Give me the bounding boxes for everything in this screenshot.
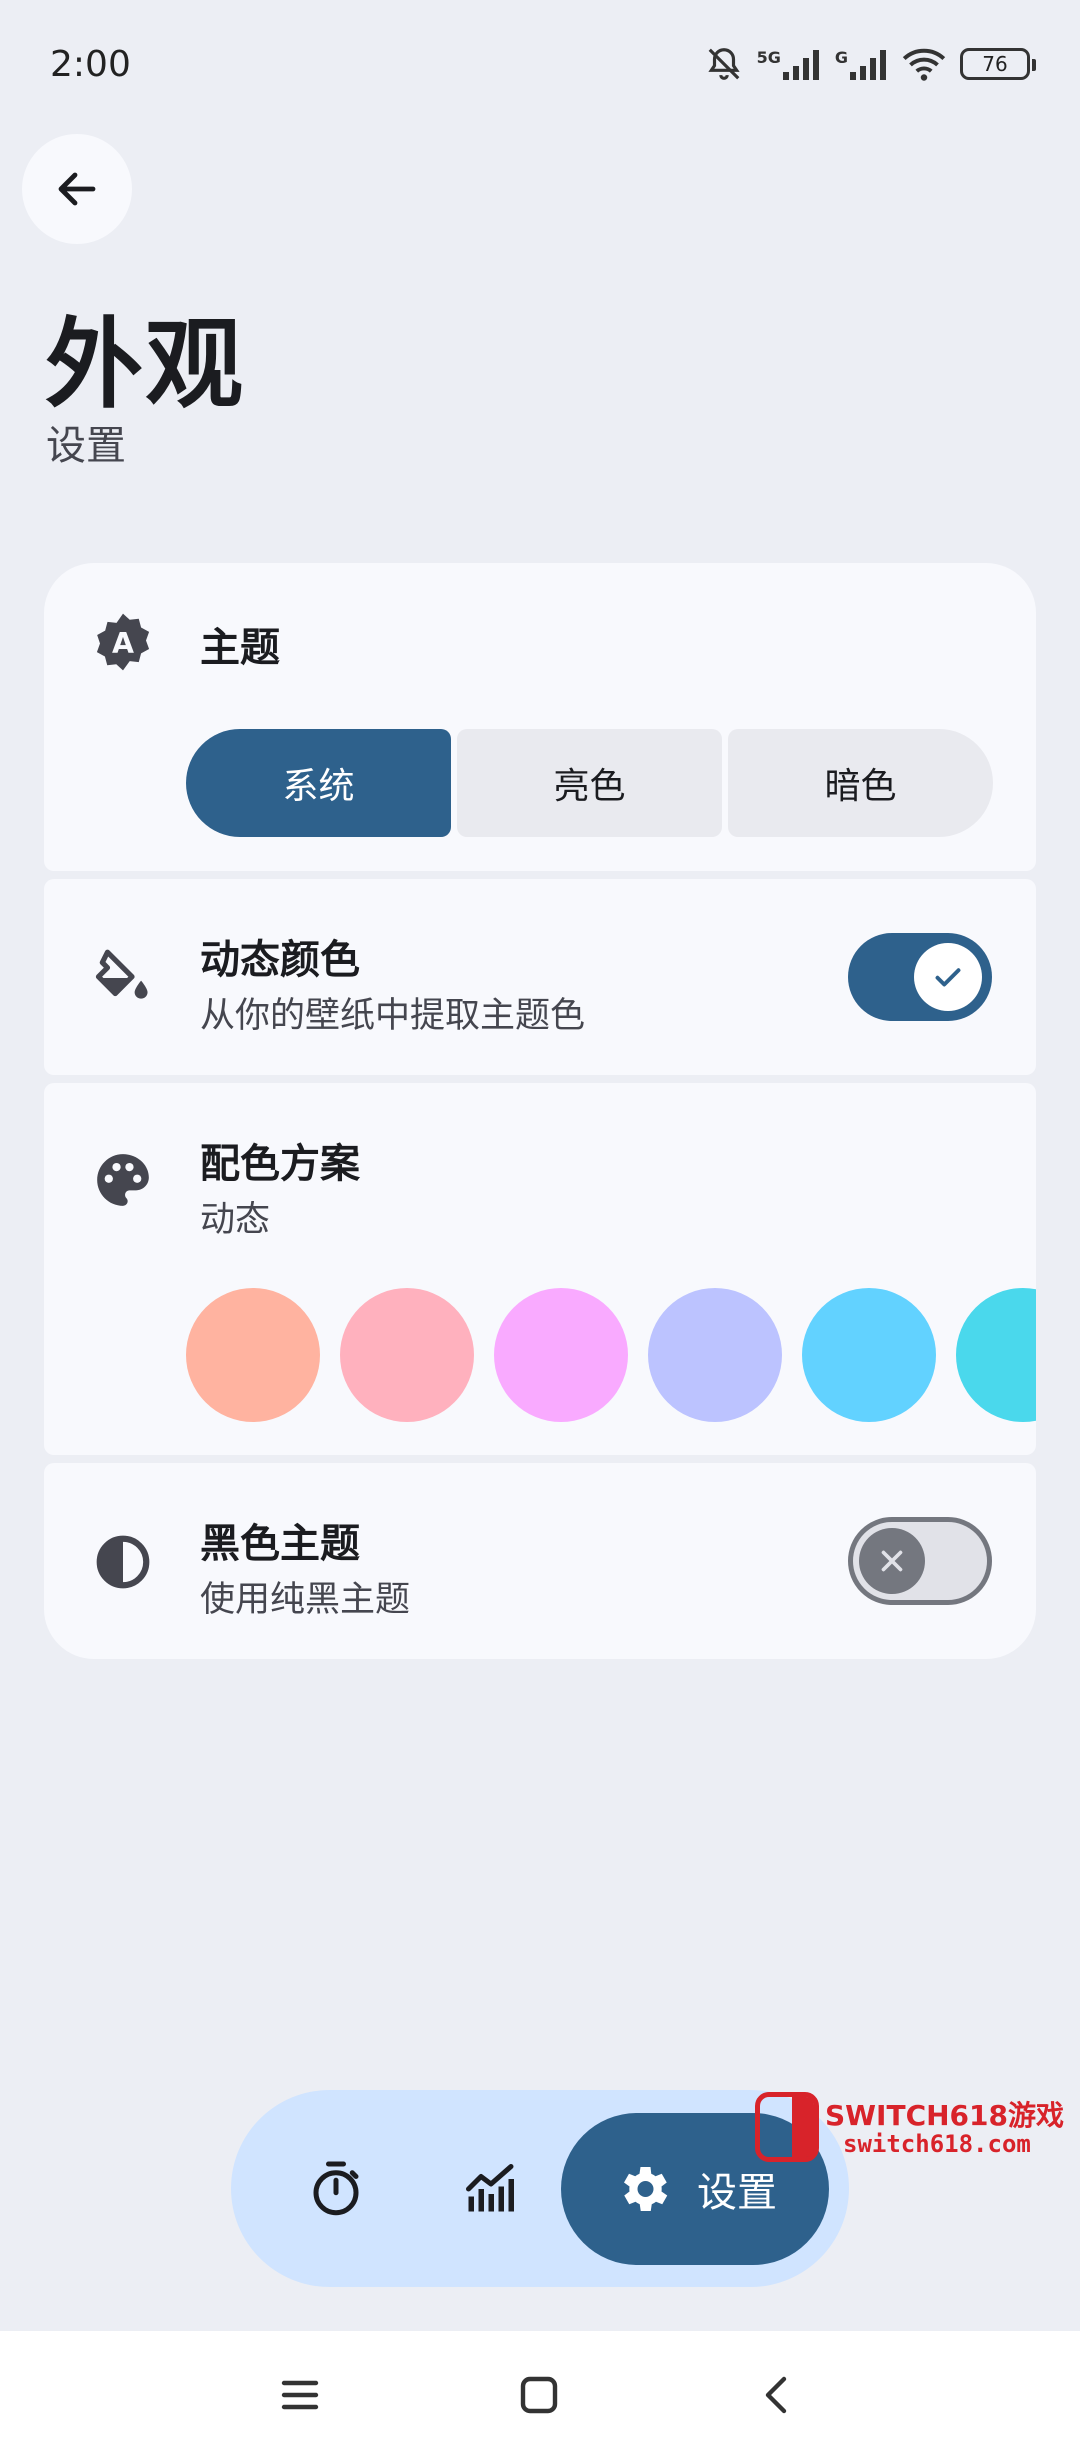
theme-icon: A bbox=[92, 611, 154, 673]
nav-statistics[interactable] bbox=[431, 2090, 551, 2287]
svg-text:A: A bbox=[112, 627, 134, 660]
nav-timer[interactable] bbox=[276, 2090, 396, 2287]
color-swatch[interactable] bbox=[494, 1288, 628, 1422]
color-swatch-list bbox=[186, 1288, 1036, 1422]
signal-icon-2: G bbox=[835, 48, 888, 80]
dynamic-color-description: 从你的壁纸中提取主题色 bbox=[200, 996, 586, 1036]
switch-knob bbox=[914, 943, 982, 1011]
theme-option-dark[interactable]: 暗色 bbox=[728, 729, 993, 837]
paint-bucket-icon bbox=[92, 947, 154, 1009]
arrow-back-icon bbox=[58, 172, 96, 206]
status-bar: 2:00 5G G 76 bbox=[0, 0, 1080, 130]
black-theme-description: 使用纯黑主题 bbox=[200, 1580, 411, 1620]
check-icon bbox=[935, 968, 961, 987]
contrast-icon bbox=[92, 1531, 154, 1593]
timer-icon bbox=[313, 2161, 359, 2215]
chevron-left-icon bbox=[765, 2376, 787, 2414]
theme-option-system-label: 系统 bbox=[282, 766, 355, 807]
theme-option-light-label: 亮色 bbox=[553, 766, 626, 807]
watermark: SWITCH618游戏 switch618.com bbox=[755, 2092, 1065, 2164]
color-swatch[interactable] bbox=[648, 1288, 782, 1422]
switch-knob bbox=[859, 1528, 925, 1594]
menu-icon bbox=[281, 2380, 319, 2410]
color-scheme-title: 配色方案 bbox=[200, 1141, 360, 1187]
mute-bell-icon bbox=[707, 48, 740, 80]
theme-option-system[interactable]: 系统 bbox=[186, 729, 451, 837]
watermark-logo-icon bbox=[755, 2092, 819, 2162]
color-swatch[interactable] bbox=[802, 1288, 936, 1422]
network-label-2: G bbox=[834, 48, 848, 67]
system-back-button[interactable] bbox=[742, 2359, 814, 2431]
close-icon bbox=[881, 1550, 903, 1572]
palette-icon bbox=[92, 1149, 154, 1211]
theme-option-dark-label: 暗色 bbox=[824, 766, 897, 807]
color-scheme-card: 配色方案 动态 bbox=[44, 1083, 1036, 1455]
black-theme-row[interactable]: 黑色主题 使用纯黑主题 bbox=[44, 1463, 1036, 1659]
page-subtitle: 设置 bbox=[46, 423, 126, 469]
black-theme-title: 黑色主题 bbox=[200, 1521, 360, 1567]
status-time: 2:00 bbox=[50, 44, 131, 85]
signal-icon: 5G bbox=[757, 48, 821, 80]
black-theme-switch[interactable] bbox=[848, 1517, 992, 1605]
dynamic-color-title: 动态颜色 bbox=[200, 937, 360, 983]
gear-icon bbox=[624, 2167, 668, 2211]
color-swatch[interactable] bbox=[186, 1288, 320, 1422]
square-icon bbox=[520, 2376, 558, 2414]
theme-label: 主题 bbox=[200, 625, 280, 671]
watermark-line-2: switch618.com bbox=[843, 2130, 1031, 2158]
battery-level: 76 bbox=[982, 52, 1008, 76]
recents-button[interactable] bbox=[264, 2359, 336, 2431]
color-scheme-value: 动态 bbox=[200, 1200, 271, 1240]
wifi-icon bbox=[902, 48, 946, 81]
battery-icon: 76 bbox=[960, 48, 1036, 80]
home-button[interactable] bbox=[503, 2359, 575, 2431]
system-navigation-bar bbox=[0, 2331, 1080, 2460]
color-swatch[interactable] bbox=[340, 1288, 474, 1422]
dynamic-color-row[interactable]: 动态颜色 从你的壁纸中提取主题色 bbox=[44, 879, 1036, 1075]
stats-chart-icon bbox=[466, 2163, 514, 2211]
status-icons: 5G G 76 bbox=[705, 44, 1036, 84]
theme-option-light[interactable]: 亮色 bbox=[457, 729, 722, 837]
color-swatch[interactable] bbox=[956, 1288, 1036, 1422]
nav-settings-label: 设置 bbox=[697, 2170, 777, 2216]
network-label-1: 5G bbox=[756, 48, 781, 67]
back-button[interactable] bbox=[22, 134, 132, 244]
watermark-line-1: SWITCH618游戏 bbox=[825, 2099, 1064, 2132]
theme-card: A 主题 系统 亮色 暗色 bbox=[44, 563, 1036, 871]
page-title: 外观 bbox=[45, 308, 246, 422]
dynamic-color-switch[interactable] bbox=[848, 933, 992, 1021]
